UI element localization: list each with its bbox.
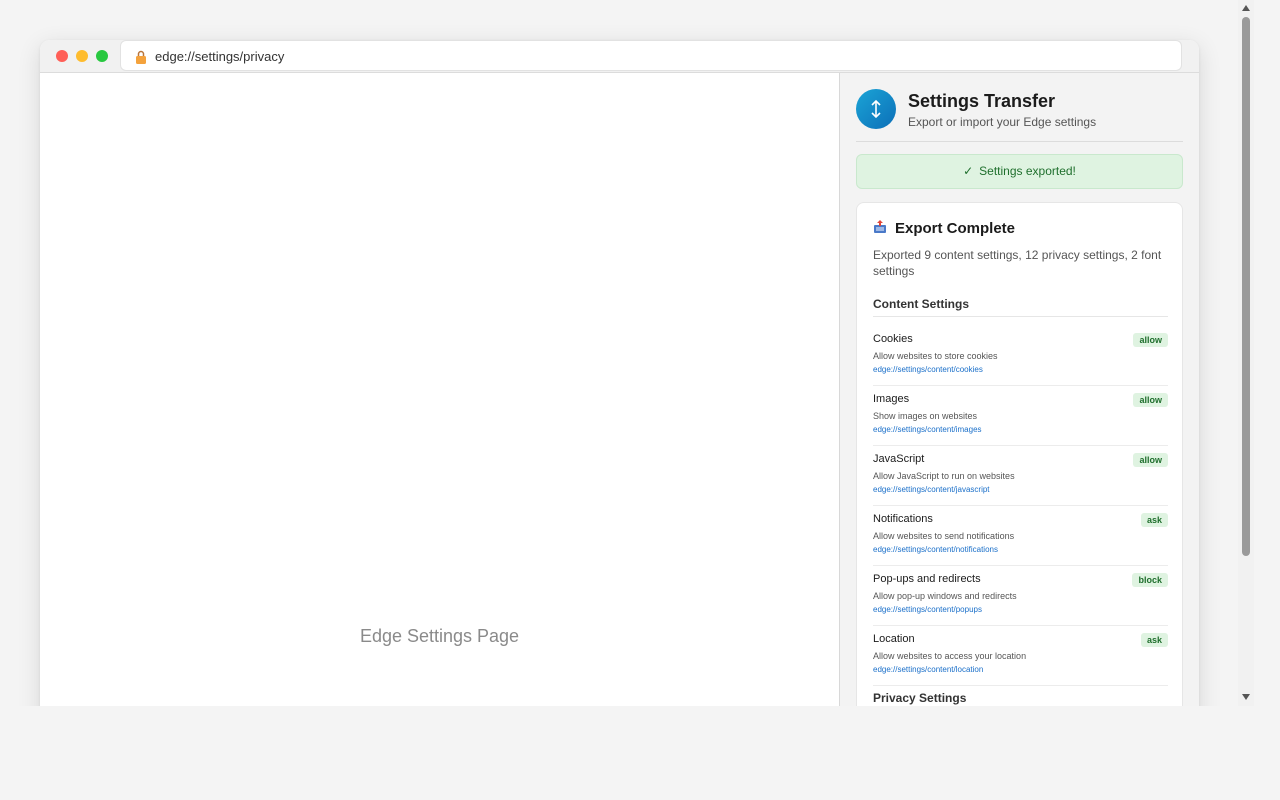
status-text: Settings exported! [979, 164, 1076, 178]
setting-name: Images [873, 393, 910, 405]
setting-description: Allow pop-up windows and redirects [873, 591, 1017, 601]
setting-value-badge: block [1132, 573, 1168, 587]
status-banner: ✓ Settings exported! [856, 154, 1183, 189]
setting-item-location: Location Allow websites to access your l… [873, 627, 1168, 686]
panel-subtitle: Export or import your Edge settings [908, 115, 1097, 129]
setting-name: JavaScript [873, 453, 925, 465]
setting-link[interactable]: edge://settings/content/javascript [873, 485, 990, 494]
export-icon [874, 220, 886, 233]
setting-link[interactable]: edge://settings/content/location [873, 665, 983, 674]
panel-title: Settings Transfer [908, 91, 1056, 111]
setting-description: Allow JavaScript to run on websites [873, 471, 1015, 481]
setting-value-badge: ask [1140, 633, 1168, 647]
browser-window: edge://settings/privacy Edge Settings Pa… [40, 40, 1199, 706]
setting-item-popups: Pop-ups and redirects Allow pop-up windo… [873, 567, 1168, 626]
export-card-title: Export Complete [873, 220, 1015, 237]
setting-name: Pop-ups and redirects [873, 573, 981, 585]
settings-transfer-panel: Settings Transfer Export or import your … [839, 73, 1199, 706]
setting-link[interactable]: edge://settings/content/images [873, 425, 982, 434]
export-card-title-text: Export Complete [895, 220, 1016, 237]
transfer-logo-icon [856, 89, 896, 129]
setting-name: Location [873, 633, 915, 645]
setting-name: Cookies [873, 333, 913, 345]
maximize-window-button[interactable] [96, 50, 108, 62]
content-settings-heading: Content Settings [873, 297, 1168, 317]
setting-value-badge: allow [1133, 453, 1168, 467]
setting-item-javascript: JavaScript Allow JavaScript to run on we… [873, 447, 1168, 506]
setting-value-badge: ask [1140, 513, 1168, 527]
panel-header: Settings Transfer Export or import your … [856, 89, 1183, 142]
content-settings-list: Cookies Allow websites to store cookies … [873, 327, 1168, 687]
viewport: edge://settings/privacy Edge Settings Pa… [0, 0, 1280, 706]
address-bar[interactable]: edge://settings/privacy [120, 40, 1182, 71]
lock-icon [136, 50, 146, 64]
export-summary: Exported 9 content settings, 12 privacy … [873, 248, 1162, 278]
settings-page: Edge Settings Page [40, 73, 839, 706]
setting-link[interactable]: edge://settings/content/notifications [873, 545, 998, 554]
setting-description: Allow websites to access your location [873, 651, 1027, 661]
setting-description: Show images on websites [873, 411, 978, 421]
setting-item-notifications: Notifications Allow websites to send not… [873, 507, 1168, 566]
setting-link[interactable]: edge://settings/content/popups [873, 605, 982, 614]
scroll-up-arrow-icon[interactable] [1242, 5, 1250, 11]
setting-value-badge: allow [1133, 393, 1168, 407]
title-bar: edge://settings/privacy [40, 40, 1199, 73]
close-window-button[interactable] [56, 50, 68, 62]
setting-name: Notifications [873, 513, 933, 525]
setting-description: Allow websites to store cookies [873, 351, 998, 361]
page-scrollbar[interactable] [1238, 0, 1254, 706]
setting-description: Allow websites to send notifications [873, 531, 1015, 541]
minimize-window-button[interactable] [76, 50, 88, 62]
setting-link[interactable]: edge://settings/content/cookies [873, 365, 983, 374]
setting-value-badge: allow [1133, 333, 1168, 347]
scroll-thumb[interactable] [1242, 17, 1250, 556]
setting-item-images: Images Show images on websites edge://se… [873, 387, 1168, 446]
check-icon: ✓ [963, 164, 974, 178]
export-card: Export Complete Exported 9 content setti… [856, 202, 1183, 706]
page-label: Edge Settings Page [359, 626, 520, 646]
privacy-settings-heading: Privacy Settings [873, 691, 1168, 706]
url-text[interactable]: edge://settings/privacy [155, 49, 284, 64]
setting-item-cookies: Cookies Allow websites to store cookies … [873, 327, 1168, 386]
scroll-down-arrow-icon[interactable] [1242, 694, 1250, 700]
